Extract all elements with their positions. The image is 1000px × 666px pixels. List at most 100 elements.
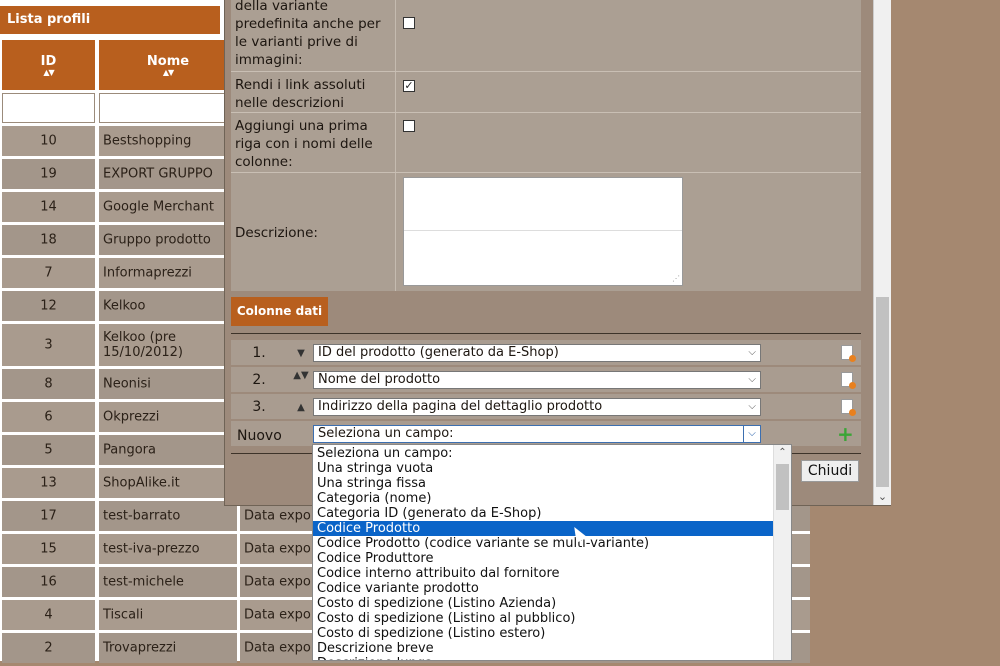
field-label: Aggiungi una prima riga con i nomi delle… [235,118,373,170]
cell-name-text: Neonisi [103,376,151,392]
cell-id-text: 13 [40,475,57,491]
cell-id-text: 6 [44,409,53,425]
cell-name: Trovaprezzi [99,633,237,663]
column-number: 3. [252,399,266,415]
cell-id: 15 [2,534,95,564]
cell-name: EXPORT GRUPPO [99,159,237,189]
delete-column-icon[interactable] [841,399,856,416]
filter-id-input[interactable] [2,93,95,123]
cell-name-text: Pangora [103,442,156,458]
cell-id: 5 [2,435,95,465]
cell-id: 14 [2,192,95,222]
dropdown-option[interactable]: Codice interno attribuito dal fornitore [313,566,775,581]
chevron-down-icon: ⌵ [748,374,756,385]
cell-id-text: 15 [40,541,57,557]
cell-name: Kelkoo (pre 15/10/2012) [99,324,237,366]
dropdown-option[interactable]: Una stringa vuota [313,461,775,476]
cell-id: 8 [2,369,95,399]
dropdown-option[interactable]: Descrizione lunga [313,656,775,660]
cell-id: 7 [2,258,95,288]
dropdown-option[interactable]: Codice Prodotto (codice variante se mult… [313,536,775,551]
variant-images-checkbox[interactable] [403,17,415,29]
resize-grip-icon[interactable]: ⋰ [672,274,680,283]
dropdown-option[interactable]: Descrizione breve [313,641,775,656]
cell-name: test-iva-prezzo [99,534,237,564]
dropdown-option[interactable]: Codice Produttore [313,551,775,566]
cell-name: Informaprezzi [99,258,237,288]
cell-name-text: Okprezzi [103,409,160,425]
absolute-links-checkbox[interactable]: ✓ [403,80,415,92]
cell-name-text: test-michele [103,574,184,590]
cell-name-text: Tiscali [103,607,144,623]
column-header-id[interactable]: ID ▲▼ [2,40,95,90]
delete-column-icon[interactable] [841,345,856,362]
profile-edit-dialog: della variante predefinita anche per le … [224,0,891,506]
cell-id: 19 [2,159,95,189]
column-header-name[interactable]: Nome ▲▼ [99,40,237,90]
cell-name-text: Trovaprezzi [103,640,177,656]
column-row: 2. ▲▼ Nome del prodotto ⌵ [231,368,861,393]
cell-id-text: 16 [40,574,57,590]
tab-data-columns[interactable]: Colonne dati [231,297,328,326]
select-value: ID del prodotto (generato da E-Shop) [318,345,559,360]
cell-id-text: 12 [40,298,57,314]
cell-name: Google Merchant [99,192,237,222]
scroll-down-icon[interactable]: ⌄ [874,490,891,503]
cell-name-text: Kelkoo (pre 15/10/2012) [103,330,183,360]
column-row: 1. ▼ ID del prodotto (generato da E-Shop… [231,341,861,366]
new-column-select[interactable]: Seleziona un campo: ⌵ [313,425,761,443]
dropdown-option[interactable]: Seleziona un campo: [313,446,775,461]
dialog-scrollbar[interactable]: ⌄ [873,0,891,505]
cell-id: 13 [2,468,95,498]
cell-id-text: 19 [40,166,57,182]
dropdown-option[interactable]: Categoria (nome) [313,491,775,506]
cell-name-text: ShopAlike.it [103,475,180,491]
description-label: Descrizione: [235,225,318,241]
column-number: 1. [252,345,266,361]
cell-name: Pangora [99,435,237,465]
column-field-select[interactable]: ID del prodotto (generato da E-Shop) ⌵ [313,344,761,362]
delete-column-icon[interactable] [841,372,856,389]
scrollbar-thumb[interactable] [876,297,889,487]
select-value: Seleziona un campo: [318,426,454,441]
cell-id-text: 17 [40,508,57,524]
dropdown-option[interactable]: Costo di spedizione (Listino al pubblico… [313,611,775,626]
cell-name: test-michele [99,567,237,597]
chevron-down-icon: ⌵ [748,401,756,412]
scrollbar-thumb[interactable] [776,464,789,510]
add-column-icon[interactable]: + [837,424,854,444]
cell-id-text: 4 [44,607,53,623]
scroll-up-icon[interactable]: ⌃ [774,447,791,458]
dropdown-option[interactable]: Costo di spedizione (Listino Azienda) [313,596,775,611]
cell-id: 16 [2,567,95,597]
dropdown-option[interactable]: Una stringa fissa [313,476,775,491]
filter-name-input[interactable] [99,93,237,123]
dropdown-option[interactable]: Codice variante prodotto [313,581,775,596]
dropdown-scrollbar[interactable]: ⌃ [773,445,791,660]
field-dropdown-list[interactable]: Seleziona un campo: Una stringa vuota Una … [312,444,792,661]
cell-id: 3 [2,324,95,366]
header-label-name: Nome [146,54,190,69]
cell-name-text: Bestshopping [103,133,192,149]
dropdown-option[interactable]: Codice Prodotto [313,521,775,536]
sort-icon[interactable]: ▲▼ [2,69,95,77]
cell-name: Neonisi [99,369,237,399]
cell-id-text: 18 [40,232,57,248]
cell-id-text: 7 [44,265,53,281]
field-label: Rendi i link assoluti nelle descrizioni [235,77,366,111]
move-up-down-icon[interactable]: ▲▼ [291,368,311,382]
dropdown-option[interactable]: Costo di spedizione (Listino estero) [313,626,775,641]
column-field-select[interactable]: Nome del prodotto ⌵ [313,371,761,389]
close-button[interactable]: Chiudi [801,460,859,482]
column-field-select[interactable]: Indirizzo della pagina del dettaglio pro… [313,398,761,416]
sort-icon[interactable]: ▲▼ [99,69,237,77]
header-row-checkbox[interactable] [403,120,415,132]
cell-name-text: test-barrato [103,508,181,524]
cell-name-text: Gruppo prodotto [103,232,211,248]
cell-id-text: 3 [44,337,53,353]
dropdown-option[interactable]: Categoria ID (generato da E-Shop) [313,506,775,521]
move-up-icon[interactable]: ▲ [291,395,311,420]
chevron-down-icon[interactable]: ⌵ [743,426,760,442]
description-textarea[interactable]: ⋰ [403,177,683,286]
move-down-icon[interactable]: ▼ [291,341,311,366]
